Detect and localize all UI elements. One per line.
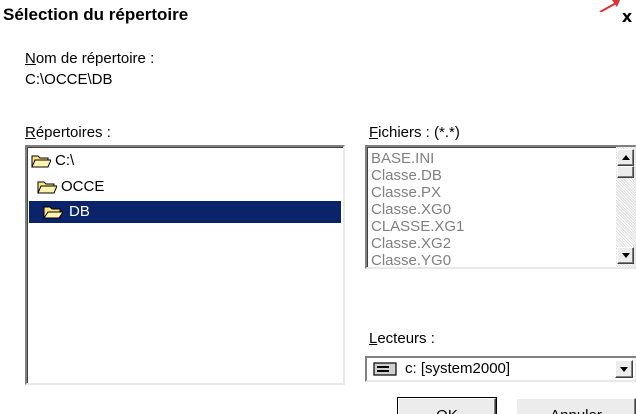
open-folder-icon — [43, 206, 63, 219]
directory-item-selected[interactable]: DB — [29, 201, 341, 223]
folder-icon — [31, 155, 51, 168]
drives-dropdown[interactable]: c: [system2000] — [365, 356, 636, 382]
files-scrollbar[interactable] — [616, 147, 635, 267]
chevron-down-icon — [620, 367, 628, 372]
directory-item-label: OCCE — [61, 178, 105, 195]
window-title: Sélection du répertoire — [3, 5, 189, 24]
directory-item-label: C:\ — [55, 152, 75, 169]
directory-item[interactable]: C:\ — [29, 150, 329, 172]
directories-label-text: épertoires : — [35, 124, 111, 141]
selected-drive: c: [system2000] — [405, 360, 511, 377]
arrow-up-icon — [622, 155, 630, 160]
directory-name-label: Nom de répertoire : — [25, 50, 154, 67]
directory-name-label-text: om de répertoire : — [35, 50, 155, 67]
files-label-text: ichiers : (*.*) — [378, 124, 460, 141]
files-listbox[interactable]: BASE.INI Classe.DB Classe.PX Classe.XG0 … — [365, 145, 636, 269]
files-label-accelerator: F — [369, 124, 379, 141]
folder-icon — [37, 181, 57, 194]
drives-label-text: ecteurs : — [377, 330, 435, 347]
cancel-button-label: Annuler — [517, 399, 635, 414]
dropdown-button[interactable] — [615, 360, 633, 378]
red-arrow-decoration-icon — [599, 0, 620, 12]
ok-button[interactable]: OK — [397, 397, 497, 414]
directory-item-label: DB — [69, 203, 90, 220]
drives-label: Lecteurs : — [369, 330, 435, 347]
title-bar[interactable]: Sélection du répertoire x — [0, 0, 636, 32]
directory-selection-dialog: Sélection du répertoire x Nom de réperto… — [0, 0, 636, 414]
directories-label-accelerator: R — [25, 124, 36, 141]
scroll-up-button[interactable] — [617, 149, 634, 166]
cancel-button[interactable]: Annuler — [516, 398, 636, 414]
files-label: Fichiers : (*.*) — [369, 124, 460, 141]
scroll-down-button[interactable] — [617, 247, 634, 264]
directories-listbox[interactable]: C:\ OCCE DB — [25, 145, 345, 385]
close-button[interactable]: x — [618, 7, 636, 27]
ok-button-label: OK — [399, 399, 495, 414]
current-directory-path: C:\OCCE\DB — [25, 71, 113, 88]
directory-name-label-accelerator: N — [25, 50, 36, 67]
arrow-down-icon — [622, 253, 630, 258]
directory-item[interactable]: OCCE — [29, 176, 329, 198]
directories-label: Répertoires : — [25, 124, 111, 141]
drive-icon — [373, 362, 397, 376]
file-item[interactable]: Classe.YG0 — [371, 251, 451, 267]
scroll-thumb[interactable] — [617, 166, 634, 178]
